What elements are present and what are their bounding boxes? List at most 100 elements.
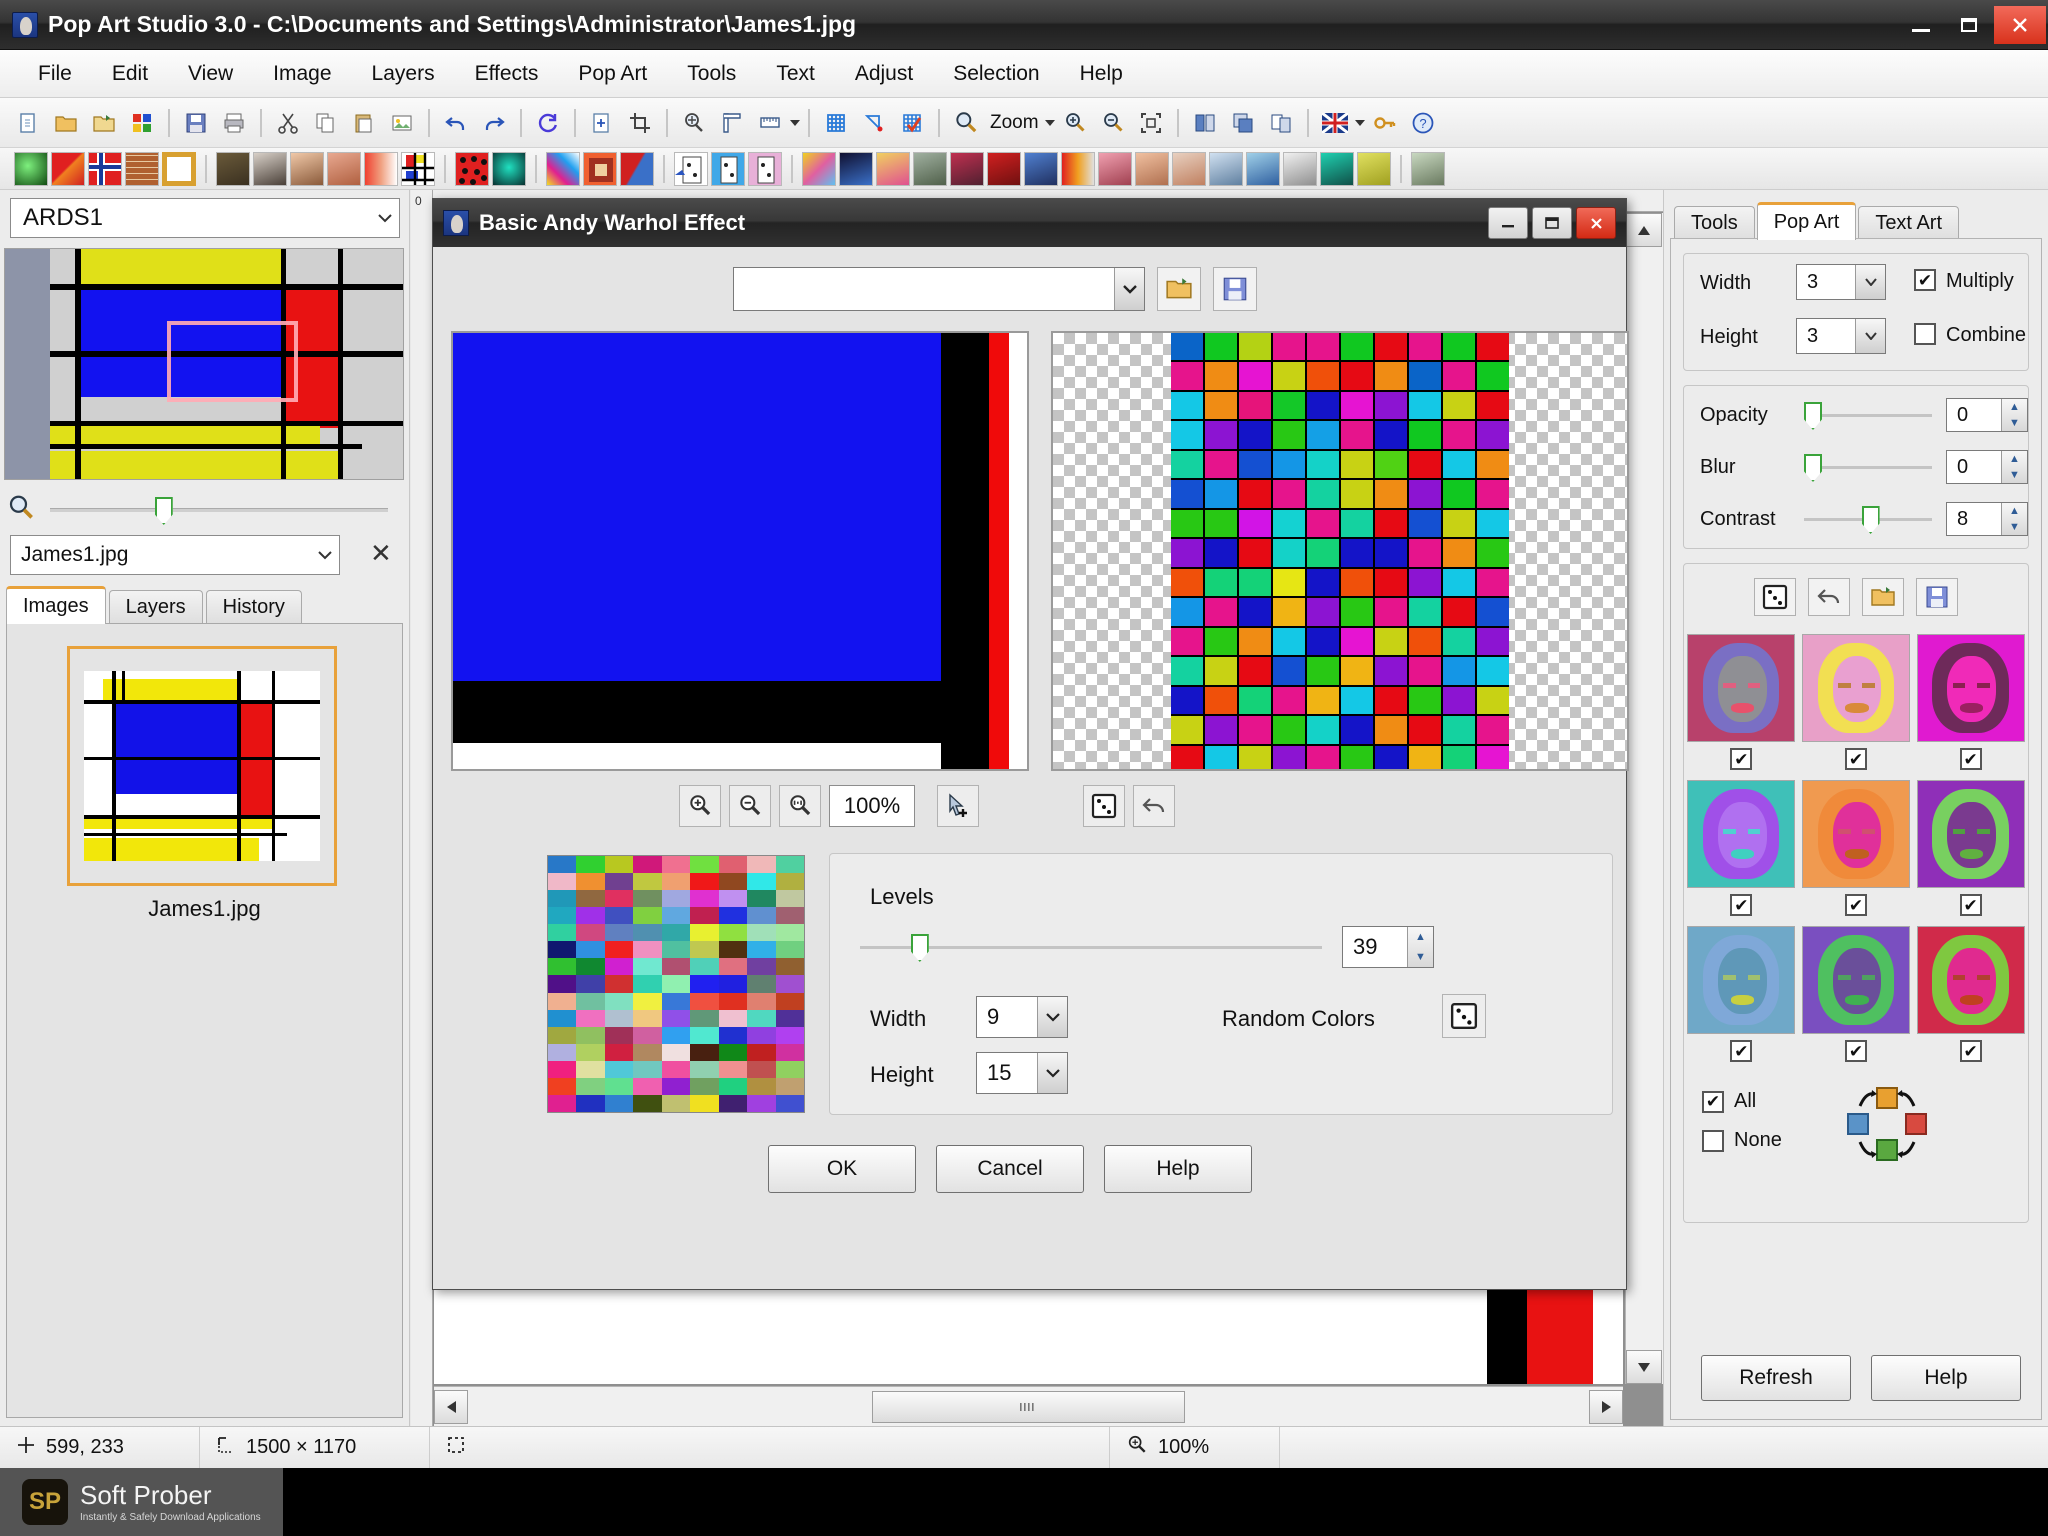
opacity-slider-thumb[interactable] <box>1804 402 1822 430</box>
opacity-spinner[interactable]: 0 ▲▼ <box>1946 398 2028 432</box>
effect-thumb-portrait-1[interactable] <box>253 152 287 186</box>
effect-thumb-popart-14[interactable] <box>1283 152 1317 186</box>
effect-thumb-mondrian[interactable] <box>401 152 435 186</box>
open-folder-icon[interactable] <box>48 105 84 141</box>
dialog-zoom-percent[interactable]: 100% <box>829 785 915 827</box>
warhol-variant-1[interactable] <box>1687 634 1795 742</box>
effect-thumb-portrait-2[interactable] <box>290 152 324 186</box>
blur-spinner[interactable]: 0 ▲▼ <box>1946 450 2028 484</box>
warhol-variant-4-checkbox[interactable]: ✔ <box>1730 894 1752 916</box>
chevron-down-icon[interactable] <box>1045 120 1055 126</box>
opacity-spin-buttons[interactable]: ▲▼ <box>2001 399 2027 431</box>
warhol-variant-3-checkbox[interactable]: ✔ <box>1960 748 1982 770</box>
warhol-variant-8-checkbox[interactable]: ✔ <box>1845 1040 1867 1062</box>
effect-thumb-gradient[interactable] <box>364 152 398 186</box>
menu-layers[interactable]: Layers <box>352 58 455 90</box>
menu-view[interactable]: View <box>168 58 253 90</box>
blur-slider-track[interactable] <box>1804 466 1932 469</box>
effect-thumb-last[interactable] <box>1411 152 1445 186</box>
dialog-help-button[interactable]: Help <box>1104 1145 1252 1193</box>
tab-text-art[interactable]: Text Art <box>1858 206 1959 240</box>
chevron-down-icon[interactable] <box>1037 1053 1067 1093</box>
contrast-slider-thumb[interactable] <box>1862 506 1880 534</box>
random-colors-icon[interactable] <box>1442 994 1486 1038</box>
levels-spin-buttons[interactable]: ▲▼ <box>1407 927 1433 967</box>
scroll-down-button[interactable] <box>1626 1350 1662 1384</box>
menu-text[interactable]: Text <box>756 58 835 90</box>
menu-adjust[interactable]: Adjust <box>835 58 933 90</box>
fit-screen-icon[interactable] <box>1133 105 1169 141</box>
grid-icon[interactable] <box>818 105 854 141</box>
menu-tools[interactable]: Tools <box>667 58 756 90</box>
source-preview[interactable] <box>451 331 1029 771</box>
save-as-icon[interactable] <box>86 105 122 141</box>
file-combo[interactable]: James1.jpg <box>10 535 340 575</box>
warhol-variant-5-checkbox[interactable]: ✔ <box>1845 894 1867 916</box>
levels-palette-preview[interactable] <box>547 855 805 1113</box>
crop-icon[interactable] <box>622 105 658 141</box>
spin-down-icon[interactable]: ▼ <box>2002 467 2027 483</box>
warhol-variant-4[interactable] <box>1687 780 1795 888</box>
contrast-spinner[interactable]: 8 ▲▼ <box>1946 502 2028 536</box>
dice-random-icon[interactable] <box>1754 578 1796 616</box>
dialog-width-dropdown[interactable]: 9 <box>976 996 1068 1038</box>
tab-pop-art[interactable]: Pop Art <box>1757 202 1857 240</box>
zoom-fit-icon[interactable] <box>779 785 821 827</box>
dialog-preset-save-icon[interactable] <box>1213 267 1257 311</box>
effect-thumb-globe[interactable] <box>14 152 48 186</box>
dialog-maximize-button[interactable] <box>1532 207 1572 239</box>
levels-slider-thumb[interactable] <box>911 934 929 962</box>
menu-file[interactable]: File <box>18 58 92 90</box>
menu-help[interactable]: Help <box>1060 58 1143 90</box>
opacity-slider-track[interactable] <box>1804 414 1932 417</box>
key-icon[interactable] <box>1367 105 1403 141</box>
chevron-down-icon[interactable] <box>1355 120 1365 126</box>
window-cascade-icon[interactable] <box>1225 105 1261 141</box>
help-icon[interactable]: ? <box>1405 105 1441 141</box>
effect-thumb-square-frame[interactable] <box>583 152 617 186</box>
effect-thumb-popart-9[interactable] <box>1098 152 1132 186</box>
warhol-variant-7-checkbox[interactable]: ✔ <box>1730 1040 1752 1062</box>
measure-icon[interactable] <box>752 105 788 141</box>
blur-spin-buttons[interactable]: ▲▼ <box>2001 451 2027 483</box>
effect-thumb-popart-12[interactable] <box>1209 152 1243 186</box>
spin-up-icon[interactable]: ▲ <box>2002 399 2027 415</box>
effect-thumb-card-3[interactable] <box>748 152 782 186</box>
canvas-scrollbar-vertical[interactable] <box>1625 213 1663 1384</box>
effect-thumb-popart-13[interactable] <box>1246 152 1280 186</box>
undo-arrow-icon[interactable] <box>1808 578 1850 616</box>
close-button[interactable] <box>1994 6 2046 44</box>
scroll-right-button[interactable] <box>1589 1390 1623 1424</box>
redo-icon[interactable] <box>476 105 512 141</box>
pointer-add-icon[interactable] <box>937 785 979 827</box>
transform-icon[interactable] <box>856 105 892 141</box>
chevron-down-icon[interactable] <box>790 120 800 126</box>
effect-thumb-popart-4[interactable] <box>913 152 947 186</box>
chevron-down-icon[interactable] <box>371 199 399 237</box>
zoom-out-icon[interactable] <box>729 785 771 827</box>
effect-thumb-popart-16[interactable] <box>1357 152 1391 186</box>
effect-thumb-popart-11[interactable] <box>1172 152 1206 186</box>
refresh-icon[interactable] <box>530 105 566 141</box>
close-image-button[interactable]: ✕ <box>370 538 392 569</box>
dialog-preset-combo[interactable] <box>733 267 1145 311</box>
warhol-variant-2-checkbox[interactable]: ✔ <box>1845 748 1867 770</box>
effect-thumb-portrait-3[interactable] <box>327 152 361 186</box>
zoom-in-icon[interactable] <box>1057 105 1093 141</box>
effect-thumb-flag[interactable] <box>88 152 122 186</box>
grid-height-dropdown[interactable]: 3 <box>1796 318 1886 354</box>
copy-icon[interactable] <box>308 105 344 141</box>
effect-thumb-popart-1[interactable] <box>802 152 836 186</box>
menu-selection[interactable]: Selection <box>933 58 1059 90</box>
save-disk-icon[interactable] <box>1916 578 1958 616</box>
magnifier-select-icon[interactable] <box>676 105 712 141</box>
effect-thumb-teal[interactable] <box>492 152 526 186</box>
effect-thumb-dots[interactable] <box>455 152 489 186</box>
spin-down-icon[interactable]: ▼ <box>2002 415 2027 431</box>
scroll-left-button[interactable] <box>434 1390 468 1424</box>
warhol-variant-9[interactable] <box>1917 926 2025 1034</box>
warhol-variant-7[interactable] <box>1687 926 1795 1034</box>
zoom-dropdown-label[interactable]: Zoom <box>986 112 1043 134</box>
effect-thumb-popart-7[interactable] <box>1024 152 1058 186</box>
grid-check-icon[interactable] <box>894 105 930 141</box>
